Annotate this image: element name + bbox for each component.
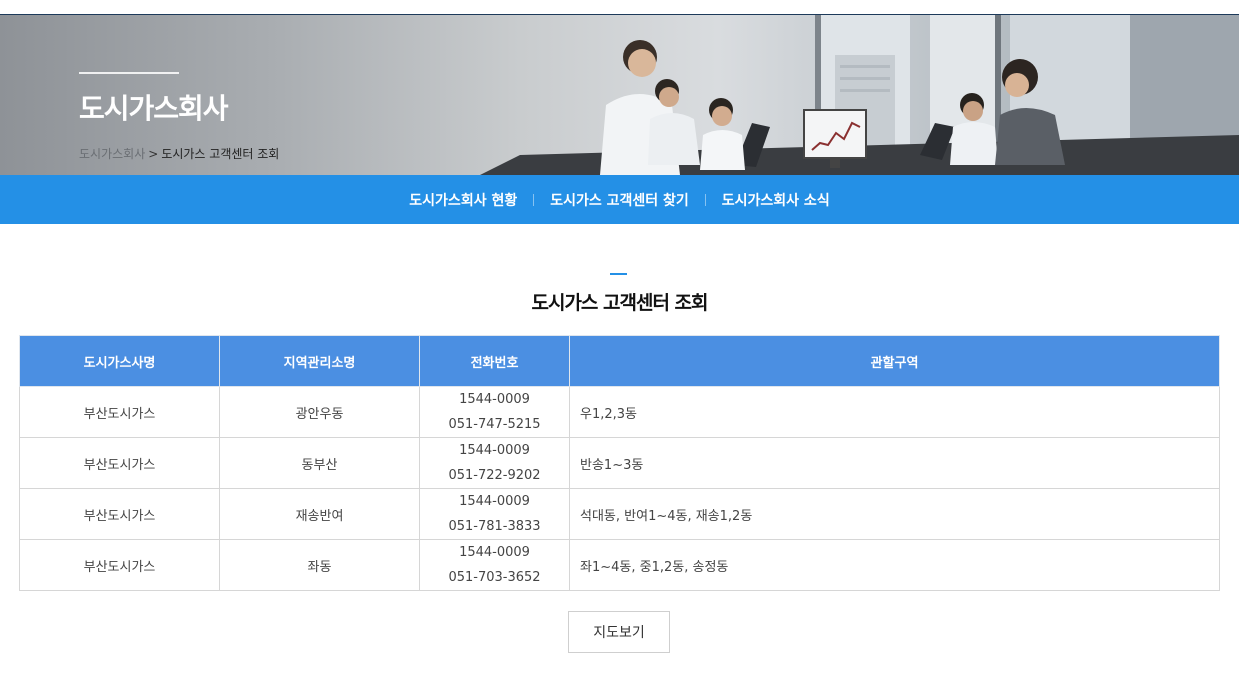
cell-area: 반송1~3동	[569, 437, 1220, 489]
phone-primary: 1544-0009	[459, 545, 530, 560]
cell-area: 우1,2,3동	[569, 386, 1220, 438]
phone-primary: 1544-0009	[459, 392, 530, 407]
cell-office: 광안우동	[219, 386, 420, 438]
sub-navigation: 도시가스회사 현황 도시가스 고객센터 찾기 도시가스회사 소식	[0, 175, 1239, 224]
page-title: 도시가스회사	[79, 92, 229, 125]
phone-secondary: 051-722-9202	[448, 468, 541, 483]
phone-primary: 1544-0009	[459, 443, 530, 458]
hero-title-rule	[79, 72, 179, 74]
breadcrumb-separator: >	[148, 147, 159, 161]
subnav-item-find-service-center[interactable]: 도시가스 고객센터 찾기	[534, 190, 705, 210]
top-border	[0, 0, 1239, 15]
hero-banner: 도시가스회사 도시가스회사 > 도시가스 고객센터 조회	[0, 15, 1239, 175]
column-header-phone: 전화번호	[419, 335, 570, 387]
table-row: 부산도시가스 동부산 1544-0009 051-722-9202 반송1~3동	[19, 437, 1220, 489]
cell-office: 좌동	[219, 539, 420, 591]
table-row: 부산도시가스 좌동 1544-0009 051-703-3652 좌1~4동, 중…	[19, 539, 1220, 591]
phone-primary: 1544-0009	[459, 494, 530, 509]
phone-secondary: 051-781-3833	[448, 519, 541, 534]
cell-company: 부산도시가스	[19, 539, 220, 591]
column-header-office: 지역관리소명	[219, 335, 420, 387]
cell-phone: 1544-0009 051-781-3833	[419, 488, 570, 540]
breadcrumb: 도시가스회사 > 도시가스 고객센터 조회	[79, 145, 279, 162]
service-center-table: 도시가스사명 지역관리소명 전화번호 관할구역 부산도시가스 광안우동 1544…	[19, 335, 1220, 591]
breadcrumb-current: 도시가스 고객센터 조회	[161, 147, 280, 161]
cell-company: 부산도시가스	[19, 386, 220, 438]
cell-company: 부산도시가스	[19, 437, 220, 489]
section-title-mark	[610, 273, 627, 275]
cell-office: 재송반여	[219, 488, 420, 540]
phone-secondary: 051-747-5215	[448, 417, 541, 432]
subnav-item-company-status[interactable]: 도시가스회사 현황	[393, 190, 533, 210]
table-header-row: 도시가스사명 지역관리소명 전화번호 관할구역	[19, 335, 1220, 387]
cell-phone: 1544-0009 051-722-9202	[419, 437, 570, 489]
subnav-item-company-news[interactable]: 도시가스회사 소식	[706, 190, 846, 210]
view-map-button[interactable]: 지도보기	[568, 611, 670, 653]
column-header-area: 관할구역	[569, 335, 1220, 387]
cell-office: 동부산	[219, 437, 420, 489]
table-row: 부산도시가스 재송반여 1544-0009 051-781-3833 석대동, 반…	[19, 488, 1220, 540]
column-header-company: 도시가스사명	[19, 335, 220, 387]
cell-company: 부산도시가스	[19, 488, 220, 540]
cell-area: 좌1~4동, 중1,2동, 송정동	[569, 539, 1220, 591]
cell-phone: 1544-0009 051-703-3652	[419, 539, 570, 591]
section-title: 도시가스 고객센터 조회	[531, 292, 708, 314]
cell-area: 석대동, 반여1~4동, 재송1,2동	[569, 488, 1220, 540]
phone-secondary: 051-703-3652	[448, 570, 541, 585]
table-row: 부산도시가스 광안우동 1544-0009 051-747-5215 우1,2,3…	[19, 386, 1220, 438]
cell-phone: 1544-0009 051-747-5215	[419, 386, 570, 438]
breadcrumb-home-link[interactable]: 도시가스회사	[79, 147, 145, 161]
